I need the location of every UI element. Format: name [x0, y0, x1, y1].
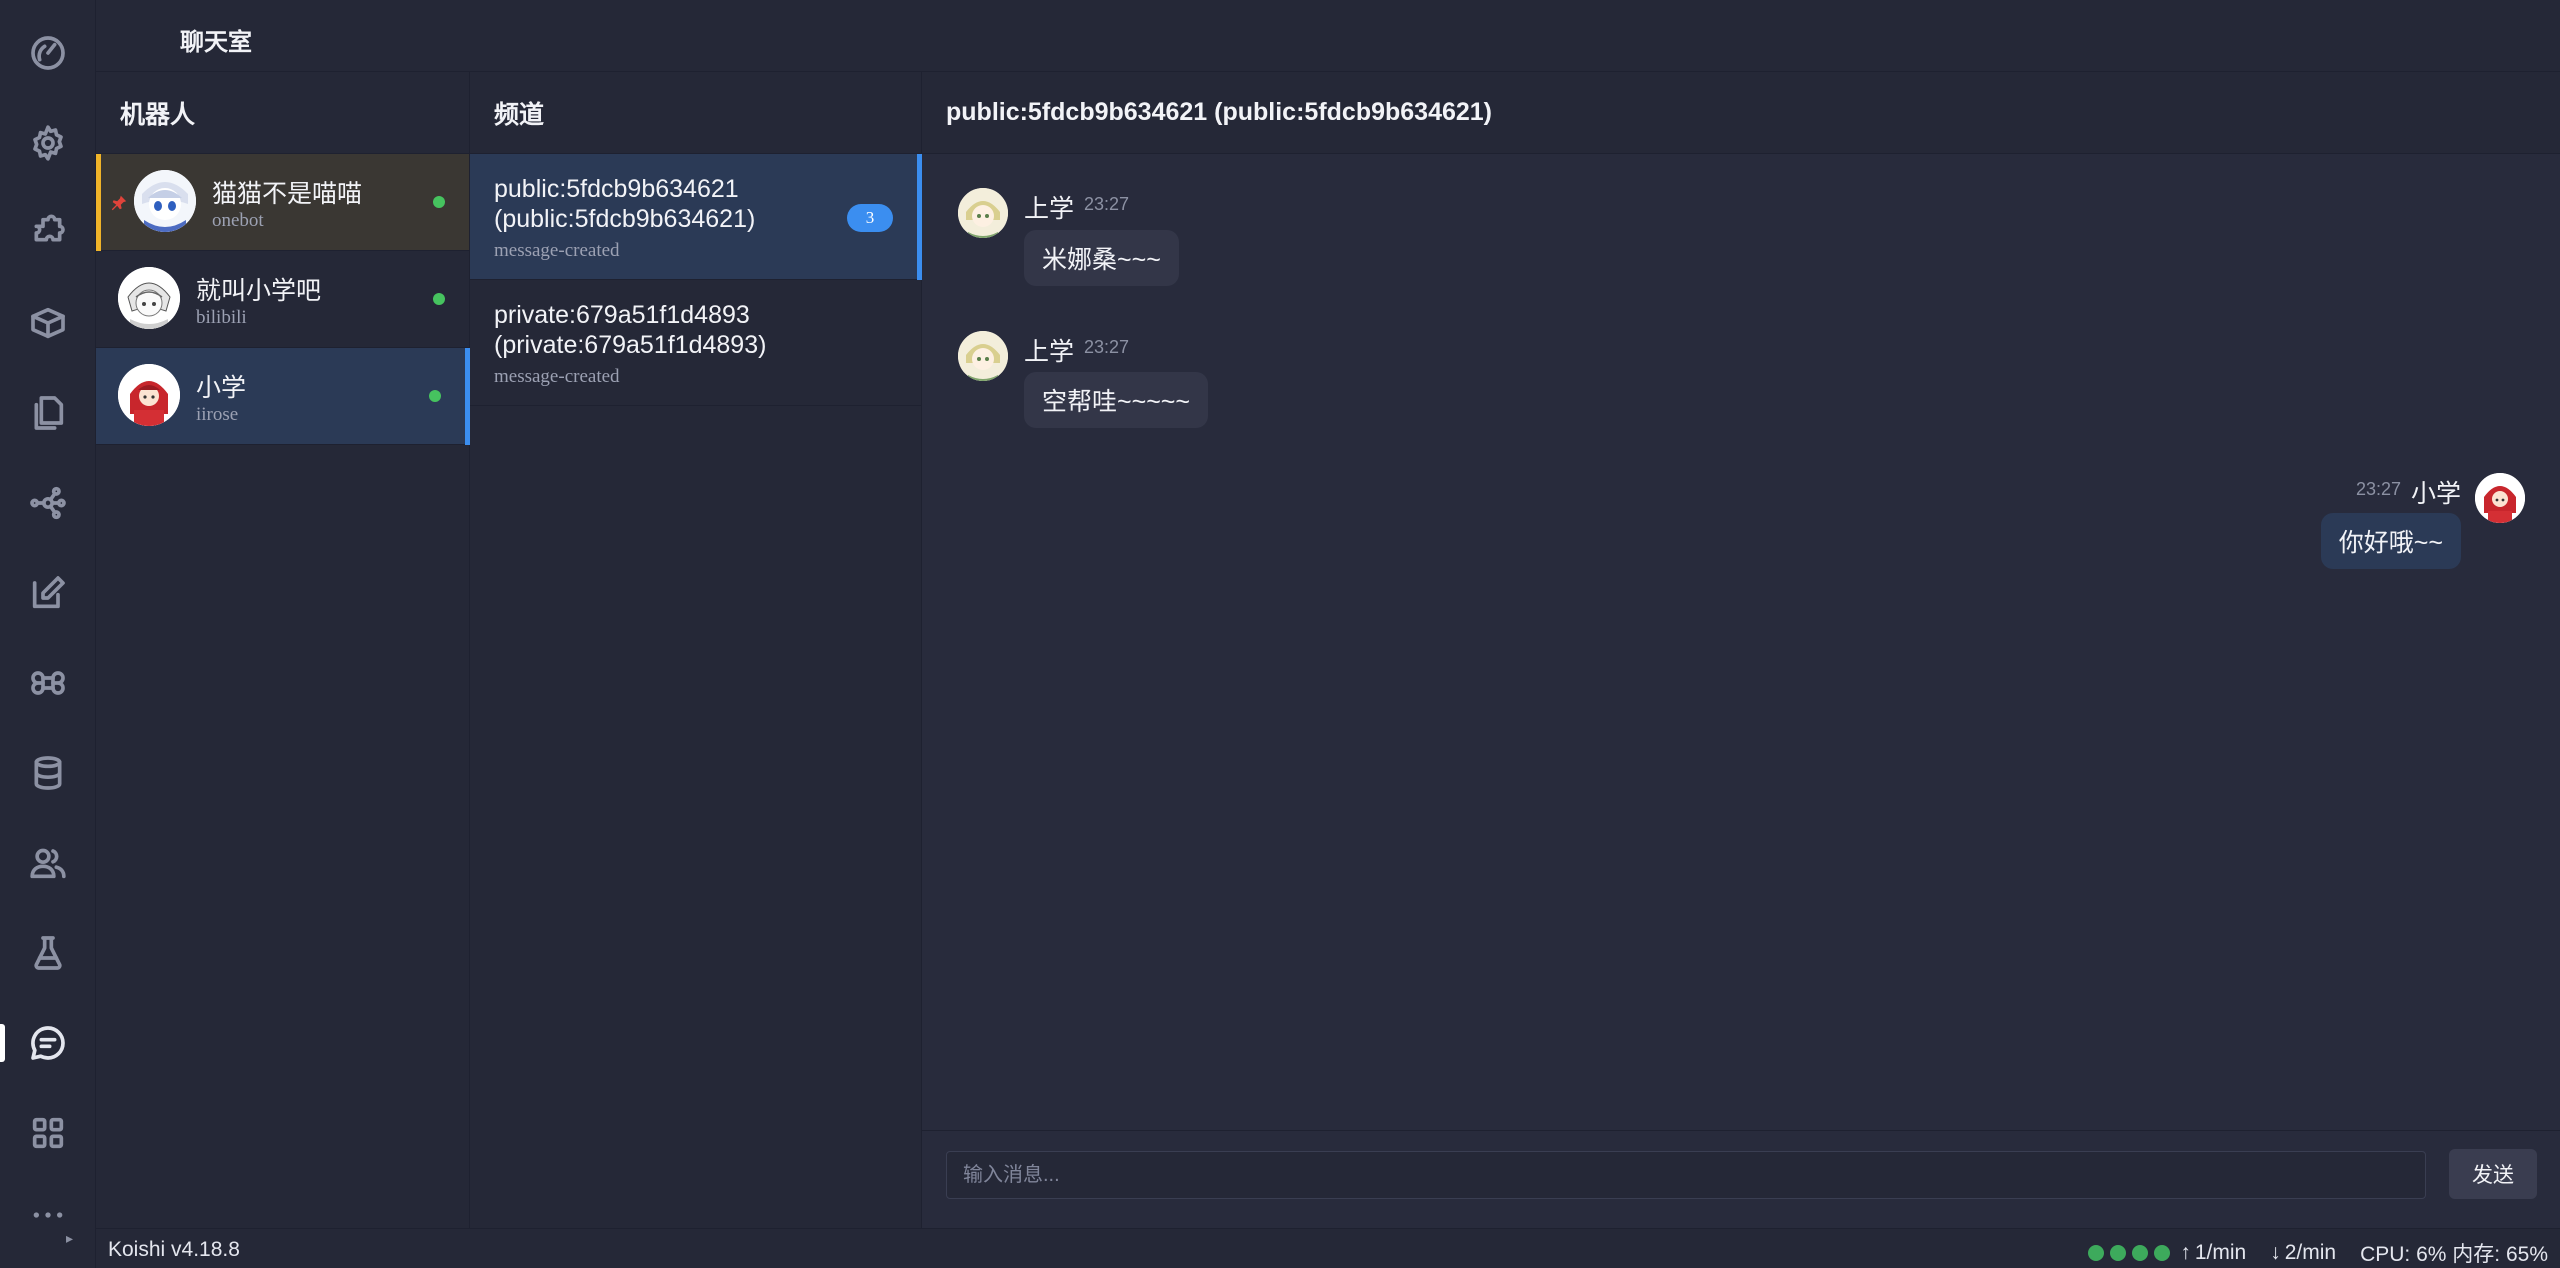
pin-icon[interactable] — [110, 194, 128, 212]
message-composer: 发送 — [922, 1130, 2560, 1228]
online-status-dot — [433, 196, 445, 208]
grid-icon[interactable] — [0, 1088, 96, 1178]
avatar — [958, 188, 1008, 238]
message-bubble: 米娜桑~~~ — [1024, 230, 1179, 286]
edit-icon[interactable] — [0, 548, 96, 638]
database-icon[interactable] — [0, 728, 96, 818]
online-status-dot — [429, 390, 441, 402]
status-dot — [2110, 1245, 2127, 1261]
avatar — [134, 170, 196, 232]
arrow-up-icon: ↑ — [2180, 1241, 2191, 1264]
avatar — [118, 267, 180, 329]
bot-platform: onebot — [212, 210, 264, 231]
download-rate-value: 2/min — [2284, 1241, 2337, 1264]
bot-platform: bilibili — [196, 307, 247, 328]
users-icon[interactable] — [0, 818, 96, 908]
online-status-dot — [433, 293, 445, 305]
message-time: 23:27 — [1084, 194, 1130, 214]
arrow-down-icon: ↓ — [2270, 1241, 2281, 1264]
bot-item-bilibili[interactable]: 就叫小学吧 bilibili — [96, 251, 469, 348]
bot-platform: iirose — [196, 404, 239, 425]
upload-rate-value: 1/min — [2194, 1241, 2247, 1264]
bot-name: 小学 — [196, 374, 247, 402]
bot-status-dots — [2088, 1245, 2171, 1261]
chat-header: public:5fdcb9b634621 (public:5fdcb9b6346… — [922, 72, 2560, 154]
message-input[interactable] — [946, 1151, 2426, 1199]
status-dot — [2154, 1245, 2171, 1261]
bot-item-iirose[interactable]: 小学 iirose — [96, 348, 470, 445]
command-icon[interactable] — [0, 638, 96, 728]
bot-name: 就叫小学吧 — [196, 277, 322, 305]
cpu-memory-usage: CPU: 6% 内存: 65% — [2360, 1243, 2548, 1266]
message-author: 上学 — [1024, 338, 1075, 366]
channel-panel-header: 频道 — [470, 72, 921, 154]
puzzle-icon[interactable] — [0, 188, 96, 278]
page-title: 聊天室 — [180, 29, 252, 56]
upload-rate: ↑ 1/min — [2180, 1241, 2246, 1265]
avatar — [2475, 473, 2525, 523]
message-time: 23:27 — [1084, 337, 1130, 357]
version-label: Koishi v4.18.8 — [108, 1238, 240, 1261]
flask-icon[interactable] — [0, 908, 96, 998]
chat-panel: public:5fdcb9b634621 (public:5fdcb9b6346… — [922, 72, 2560, 1228]
channel-event: message-created — [494, 240, 620, 261]
send-button[interactable]: 发送 — [2449, 1149, 2537, 1199]
channel-title: public:5fdcb9b634621 (public:5fdcb9b6346… — [494, 175, 756, 233]
graph-icon[interactable] — [0, 458, 96, 548]
bot-item-onebot[interactable]: 猫猫不是喵喵 onebot — [96, 154, 469, 251]
files-icon[interactable] — [0, 368, 96, 458]
download-rate: ↓ 2/min — [2270, 1241, 2336, 1265]
channel-title: private:679a51f1d4893 (private:679a51f1d… — [494, 301, 767, 359]
message-bubble: 你好哦~~ — [2320, 513, 2461, 569]
avatar — [118, 364, 180, 426]
channel-item[interactable]: private:679a51f1d4893 (private:679a51f1d… — [470, 280, 921, 406]
bot-panel-header: 机器人 — [96, 72, 469, 154]
channel-event: message-created — [494, 366, 620, 387]
message-author: 小学 — [2410, 480, 2461, 508]
status-metrics: ↑ 1/min ↓ 2/min CPU: 6% 内存: 65% — [2088, 1238, 2548, 1268]
avatar — [958, 331, 1008, 381]
dashboard-icon[interactable] — [0, 8, 96, 98]
title-bar: 聊天室 — [96, 0, 2560, 72]
channel-item[interactable]: public:5fdcb9b634621 (public:5fdcb9b6346… — [470, 154, 922, 280]
message-bubble: 空帮哇~~~~~ — [1024, 372, 1208, 428]
status-bar: Koishi v4.18.8 ↑ 1/min ↓ 2/min CPU: 6% 内存:… — [96, 1228, 2560, 1268]
activity-bar: ▸ — [0, 0, 96, 1268]
more-icon[interactable] — [0, 1170, 96, 1260]
unread-badge: 3 — [847, 204, 893, 232]
channel-panel: 频道 public:5fdcb9b634621 (public:5fdcb9b6… — [470, 72, 922, 1228]
status-dot — [2088, 1245, 2105, 1261]
expand-sidebar-icon[interactable]: ▸ — [66, 1230, 80, 1248]
message-time: 23:27 — [2355, 479, 2401, 499]
package-icon[interactable] — [0, 278, 96, 368]
bot-name: 猫猫不是喵喵 — [212, 180, 363, 208]
status-dot — [2132, 1245, 2149, 1261]
bot-panel: 机器人 猫猫不是喵喵 onebot 就叫小学吧 bilibili 小学 iiro… — [96, 72, 470, 1228]
gear-icon[interactable] — [0, 98, 96, 188]
chat-icon[interactable] — [0, 998, 96, 1088]
message-author: 上学 — [1024, 195, 1075, 223]
